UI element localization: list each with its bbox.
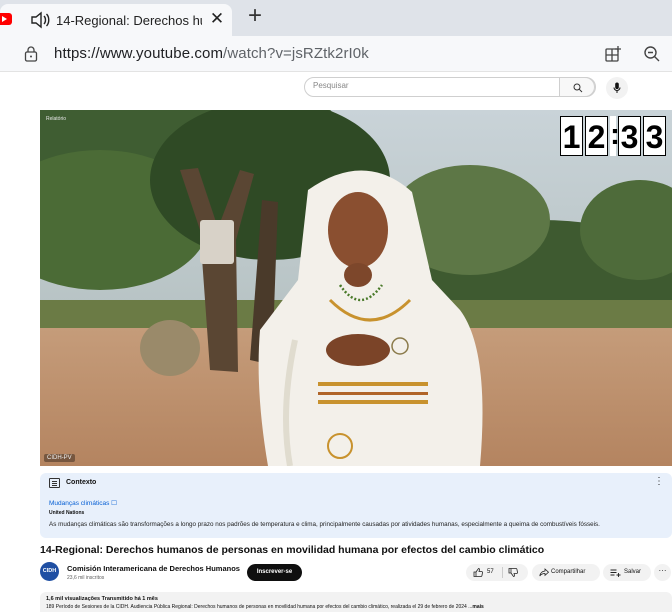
search-box [304,77,596,97]
tab-close-icon[interactable]: ✕ [208,10,226,28]
microphone-icon [613,82,621,93]
video-title: 14-Regional: Derechos humanos de persona… [40,544,545,556]
tab-title: 14-Regional: Derechos hum [56,13,202,28]
description-more-link[interactable]: mais [472,604,483,610]
context-title: Contexto [66,479,97,486]
channel-avatar[interactable]: CIDH [40,562,59,581]
zoom-out-icon[interactable] [643,45,661,63]
description-body: 189 Período de Sesiones de la CIDH. Audi… [46,604,473,610]
timer-digit: 1 [560,116,583,156]
subscriber-count: 23,6 mil inscritos [67,575,105,581]
video-watermark: Relatório [46,116,67,122]
context-more-icon[interactable]: ⋮ [654,476,664,487]
context-source: United Nations [49,510,85,516]
search-button[interactable] [559,77,595,97]
video-frame [40,110,672,466]
like-icon[interactable] [473,568,483,577]
timer-digit: 2 [585,116,608,156]
description-box[interactable]: 1,6 mil visualizações Transmitido há 1 m… [40,592,672,612]
browser-tab-bar: 14-Regional: Derechos hum ✕ + [0,0,672,36]
video-stats: 1,6 mil visualizações Transmitido há 1 m… [46,596,158,602]
context-topic-link[interactable]: Mudanças climáticas ☐ [49,499,117,507]
browser-tab[interactable]: 14-Regional: Derechos hum ✕ [0,4,232,36]
search-icon [573,83,583,93]
url-field[interactable]: https://www.youtube.com/watch?v=jsRZtk2r… [54,45,369,62]
context-panel: Contexto ⋮ Mudanças climáticas ☐ United … [40,473,672,538]
like-count: 57 [487,569,494,575]
search-input[interactable] [313,81,565,90]
more-actions-button[interactable]: ··· [654,564,671,581]
like-divider [502,567,503,578]
description-text: 189 Período de Sesiones de la CIDH. Audi… [46,604,484,610]
new-tab-button[interactable]: + [244,4,266,28]
countdown-timer: 1 2 : 3 3 [560,116,666,156]
context-icon [49,478,60,488]
subscribe-button[interactable]: Inscrever-se [247,564,302,581]
timer-digit: 3 [618,116,641,156]
share-label: Compartilhar [551,569,586,575]
url-host: https://www.youtube.com [54,45,224,62]
timer-digit: 3 [643,116,666,156]
youtube-favicon-icon [0,13,12,25]
share-icon [539,568,549,577]
context-text: As mudanças climáticas são transformaçõe… [49,521,600,528]
video-corner-tag: CIDH-PV [44,454,75,462]
save-to-playlist-icon [610,569,621,577]
share-button[interactable]: Compartilhar [532,564,600,581]
speaker-icon[interactable] [30,11,50,29]
voice-search-button[interactable] [606,77,628,99]
save-label: Salvar [624,569,642,575]
address-bar: https://www.youtube.com/watch?v=jsRZtk2r… [0,36,672,72]
channel-name[interactable]: Comisión Interamericana de Derechos Huma… [67,564,240,573]
dislike-icon[interactable] [508,568,518,577]
save-button[interactable]: Salvar [603,564,651,581]
timer-colon: : [610,116,620,156]
video-player[interactable]: Relatório CIDH-PV 1 2 : 3 3 [40,110,672,466]
add-to-favorites-icon[interactable] [604,45,622,63]
url-path: /watch?v=jsRZtk2rI0k [223,45,369,62]
site-info-icon[interactable] [24,46,38,62]
like-dislike-group: 57 [466,564,528,581]
